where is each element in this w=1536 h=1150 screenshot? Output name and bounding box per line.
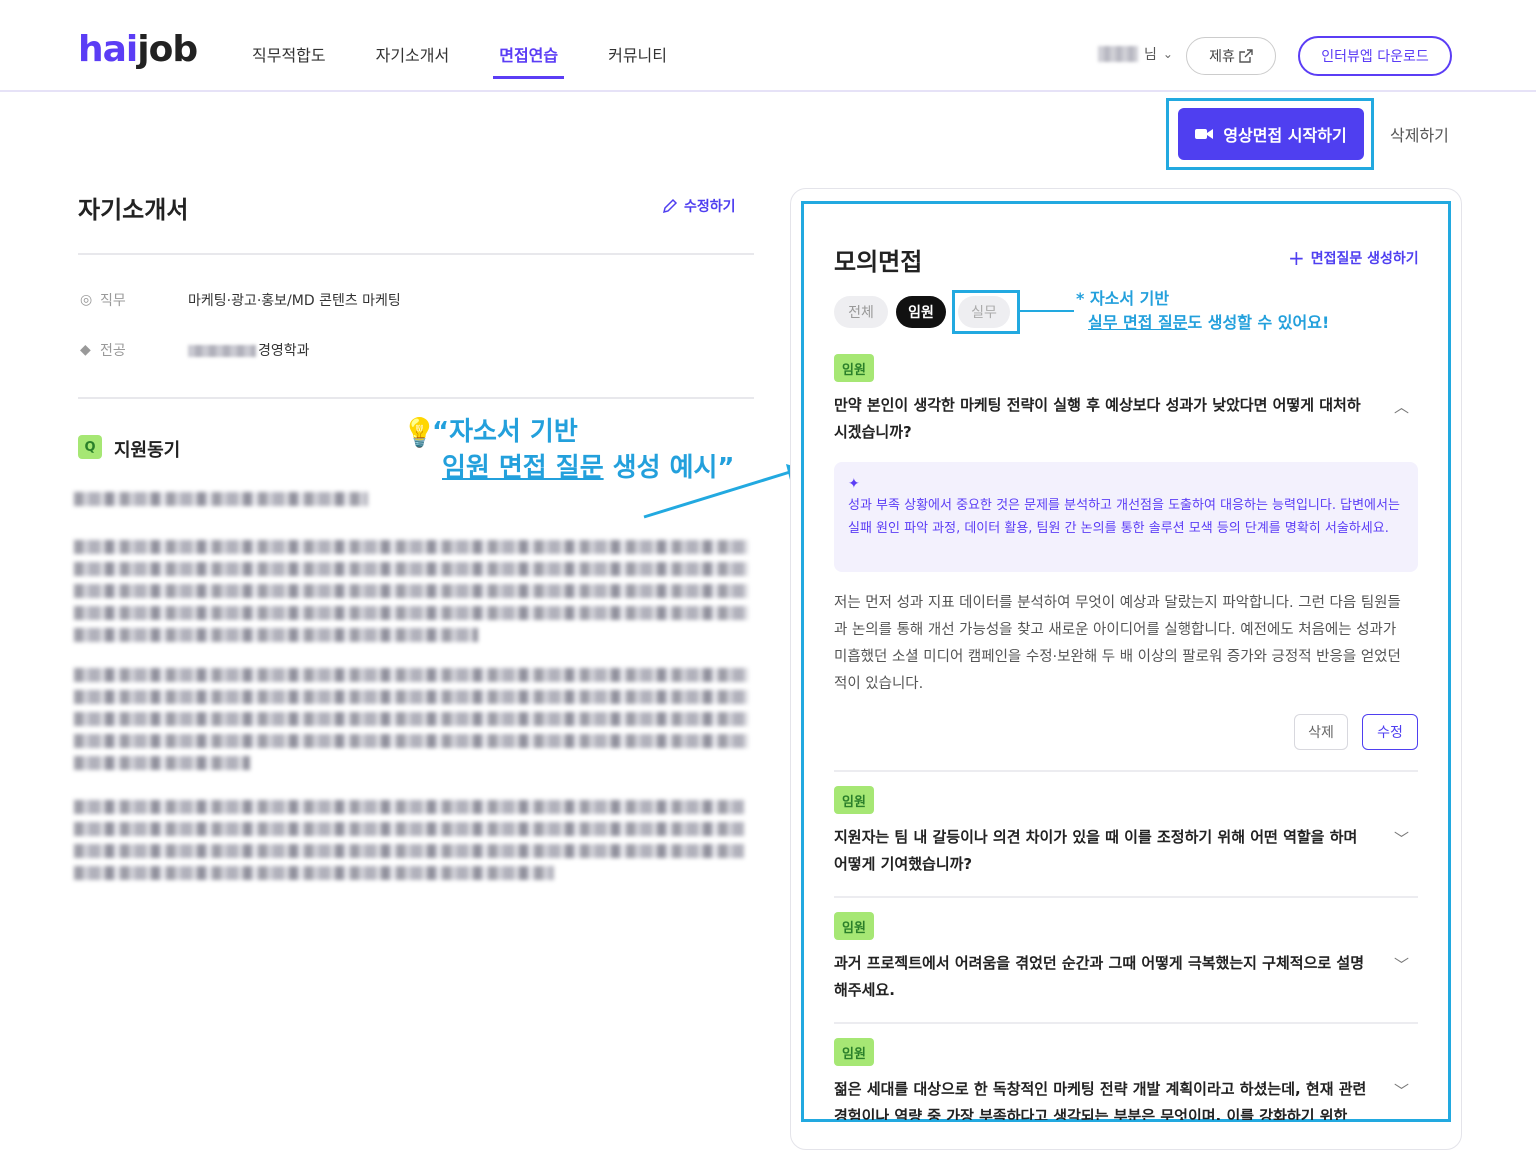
blurred-text-line [74, 690, 748, 704]
major-value: 경영학과 [258, 343, 310, 359]
blurred-text-line [74, 756, 250, 770]
edit-label: 수정하기 [684, 199, 736, 215]
chevron-down-icon[interactable]: ﹀ [1394, 1080, 1409, 1101]
chevron-down-icon[interactable]: ﹀ [1394, 954, 1409, 975]
edit-cover-letter-button[interactable]: 수정하기 [662, 196, 736, 216]
blurred-text-line [74, 628, 478, 642]
chevron-down-icon[interactable]: ﹀ [1394, 828, 1409, 849]
motivation-section-title: 지원동기 [114, 440, 181, 461]
blurred-text-line [74, 712, 748, 726]
nav-cover-letter[interactable]: 자기소개서 [376, 44, 450, 68]
video-camera-icon [1195, 129, 1214, 139]
blurred-text-line [74, 606, 748, 620]
answer-tip-text: 성과 부족 상황에서 중요한 것은 문제를 분석하고 개선점을 도출하여 대응하… [848, 498, 1400, 536]
job-value: 마케팅·광고·홍보/MD 콘텐츠 마케팅 [188, 293, 401, 309]
delete-link[interactable]: 삭제하기 [1390, 122, 1449, 146]
job-info-row: ◎ 직무 마케팅·광고·홍보/MD 콘텐츠 마케팅 [80, 290, 401, 310]
filter-chip-executive[interactable]: 임원 [896, 296, 946, 328]
nav-community[interactable]: 커뮤니티 [608, 44, 667, 68]
question-tag: 임원 [834, 354, 874, 382]
annotation-arrow-icon [643, 464, 800, 519]
partner-label: 제휴 [1209, 49, 1235, 65]
blurred-text-line [74, 866, 554, 880]
annotation-underlined: 임원 면접 질문 [442, 453, 604, 483]
side-note-rest: 도 생성할 수 있어요! [1187, 313, 1330, 332]
pencil-icon [662, 198, 678, 214]
nav-interview-practice[interactable]: 면접연습 [493, 44, 564, 79]
question-badge: Q [78, 435, 102, 459]
side-note-underlined: 실무 면접 질문 [1088, 313, 1188, 332]
chevron-down-icon: ⌄ [1162, 47, 1173, 61]
logo-hai-text: hai [78, 29, 138, 70]
partner-button[interactable]: 제휴 [1186, 37, 1276, 75]
major-value-wrap: 경영학과 [188, 340, 310, 360]
plus-icon: + [1288, 246, 1305, 270]
target-icon: ◎ [80, 292, 93, 308]
generate-questions-button[interactable]: + 면접질문 생성하기 [1288, 246, 1419, 270]
practical-chip-highlight [952, 290, 1020, 334]
question-text[interactable]: 젊은 세대를 대상으로 한 독창적인 마케팅 전략 개발 계획이라고 하셨는데,… [834, 1076, 1374, 1120]
cover-letter-title: 자기소개서 [78, 196, 189, 224]
top-header: haijob 직무적합도 자기소개서 면접연습 커뮤니티 님 ⌄ 제휴 인터뷰엡… [0, 0, 1536, 92]
sparkle-icon: ✦ [848, 476, 860, 492]
user-menu[interactable]: 님 ⌄ [1098, 44, 1173, 64]
mock-interview-title: 모의면접 [834, 248, 923, 276]
question-divider [834, 896, 1418, 898]
user-name-blurred [1098, 46, 1138, 62]
major-label: 전공 [100, 343, 126, 359]
school-name-blurred [188, 345, 256, 357]
blurred-text-line [74, 734, 748, 748]
question-divider [834, 1022, 1418, 1024]
start-video-interview-button[interactable]: 영상면접 시작하기 [1178, 108, 1364, 160]
haijob-logo[interactable]: haijob [78, 29, 198, 70]
delete-answer-button[interactable]: 삭제 [1294, 714, 1348, 750]
graduation-cap-icon: ◆ [80, 342, 91, 358]
side-note-line1: * 자소서 기반 [1076, 289, 1170, 308]
annotation-practical-note: * 자소서 기반 실무 면접 질문도 생성할 수 있어요! [1076, 287, 1329, 335]
annotation-line1: “자소서 기반 [432, 417, 578, 447]
job-label: 직무 [100, 293, 126, 309]
divider [78, 397, 754, 399]
answer-text: 저는 먼저 성과 지표 데이터를 분석하여 무엇이 예상과 달랐는지 파악합니다… [834, 595, 1401, 692]
blurred-text-line [74, 492, 368, 506]
divider [78, 253, 754, 255]
question-text[interactable]: 만약 본인이 생각한 마케팅 전략이 실행 후 예상보다 성과가 낮았다면 어떻… [834, 392, 1374, 446]
blurred-text-line [74, 540, 748, 554]
main-nav: 직무적합도 자기소개서 면접연습 커뮤니티 [252, 44, 717, 79]
download-app-button[interactable]: 인터뷰엡 다운로드 [1298, 36, 1452, 76]
blurred-text-line [74, 584, 748, 598]
edit-answer-button[interactable]: 수정 [1362, 714, 1418, 750]
question-text[interactable]: 지원자는 팀 내 갈등이나 의견 차이가 있을 때 이를 조정하기 위해 어떤 … [834, 824, 1374, 878]
user-suffix: 님 [1144, 47, 1157, 63]
start-video-label: 영상면접 시작하기 [1223, 126, 1347, 145]
logo-job-text: job [137, 29, 198, 70]
nav-job-fit[interactable]: 직무적합도 [252, 44, 326, 68]
chevron-up-icon[interactable]: ︿ [1394, 396, 1409, 417]
filter-chip-all[interactable]: 전체 [834, 296, 888, 328]
question-tag: 임원 [834, 786, 874, 814]
question-divider [834, 770, 1418, 772]
major-info-row: ◆ 전공 경영학과 [80, 340, 310, 360]
side-note-line2: 실무 면접 질문도 생성할 수 있어요! [1076, 311, 1329, 335]
external-link-icon [1239, 49, 1253, 63]
blurred-text-line [74, 800, 744, 814]
blurred-text-line [74, 562, 748, 576]
generate-label: 면접질문 생성하기 [1310, 251, 1419, 267]
question-tag: 임원 [834, 1038, 874, 1066]
blurred-text-line [74, 668, 748, 682]
annotation-connector [1020, 310, 1074, 312]
question-tag: 임원 [834, 912, 874, 940]
blurred-text-line [74, 822, 744, 836]
blurred-text-line [74, 844, 744, 858]
question-text[interactable]: 과거 프로젝트에서 어려움을 겪었던 순간과 그때 어떻게 극복했는지 구체적으… [834, 950, 1374, 1004]
